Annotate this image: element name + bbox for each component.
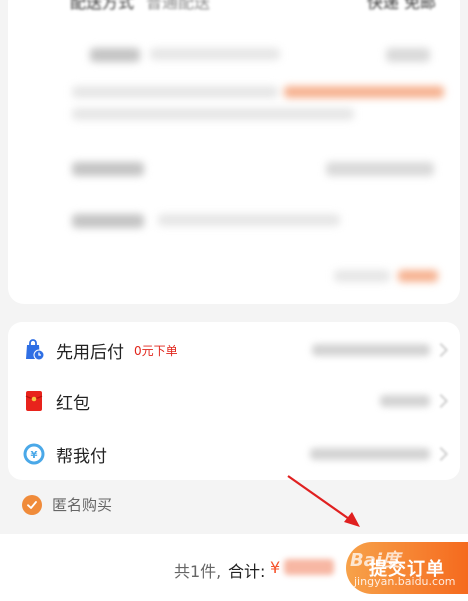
pay-later-row[interactable]: 先用后付 0元下单	[8, 324, 460, 376]
pay-later-label: 先用后付	[56, 342, 124, 363]
chevron-right-icon	[433, 393, 449, 409]
yen-coin-icon: ¥	[23, 443, 45, 465]
red-envelope-icon	[25, 391, 43, 411]
submit-order-button[interactable]: 提交订单	[346, 542, 468, 594]
blurred-remark-label	[72, 214, 144, 228]
blurred-row-value	[326, 162, 434, 176]
delivery-method-value: 普通配送	[146, 0, 211, 12]
delivery-right-text: 快递 免邮	[366, 0, 436, 12]
blurred-notice-line-2	[72, 108, 354, 120]
blurred-service-value	[386, 48, 430, 62]
blurred-subtotal-amount	[398, 270, 438, 282]
arrow-shaft	[287, 475, 353, 522]
item-count-text: 共1件,	[174, 562, 222, 581]
total-amount-blurred	[284, 559, 334, 575]
red-packet-row[interactable]: 红包	[8, 375, 460, 427]
chevron-right-icon	[433, 342, 449, 358]
order-confirm-page: 配送方式 普通配送 快递 免邮 先用后付 0元下单 红包 ¥ 帮我付 匿名购买 …	[0, 0, 468, 601]
help-me-pay-value-blurred	[310, 448, 430, 460]
blurred-service-title	[90, 48, 140, 62]
red-packet-label: 红包	[56, 393, 90, 414]
blurred-service-desc	[150, 48, 280, 60]
total-label: 合计:	[228, 562, 266, 581]
blurred-notice-highlight	[284, 86, 444, 98]
blurred-row-label	[72, 162, 144, 176]
blurred-notice-line-1	[72, 86, 278, 98]
arrow-head	[344, 512, 360, 527]
blurred-subtotal-label	[334, 270, 390, 282]
help-me-pay-row[interactable]: ¥ 帮我付	[8, 428, 460, 480]
zero-yuan-order-badge: 0元下单	[134, 343, 178, 358]
delivery-method-row[interactable]: 配送方式 普通配送 快递 免邮	[70, 0, 436, 16]
currency-symbol: ¥	[270, 558, 281, 577]
blurred-remark-placeholder	[158, 214, 340, 226]
checkmark-icon[interactable]	[22, 494, 42, 515]
payment-options-card: 先用后付 0元下单 红包 ¥ 帮我付	[8, 322, 460, 480]
svg-text:¥: ¥	[31, 450, 38, 461]
anonymous-purchase-option[interactable]: 匿名购买	[22, 494, 112, 515]
anonymous-purchase-label: 匿名购买	[52, 496, 113, 514]
delivery-method-label: 配送方式	[70, 0, 135, 12]
pay-later-value-blurred	[312, 344, 430, 356]
shopping-bag-clock-icon	[26, 339, 45, 361]
chevron-right-icon	[433, 446, 449, 462]
help-me-pay-label: 帮我付	[56, 446, 107, 467]
order-info-card: 配送方式 普通配送 快递 免邮	[8, 0, 460, 304]
red-packet-value-blurred	[380, 395, 430, 407]
